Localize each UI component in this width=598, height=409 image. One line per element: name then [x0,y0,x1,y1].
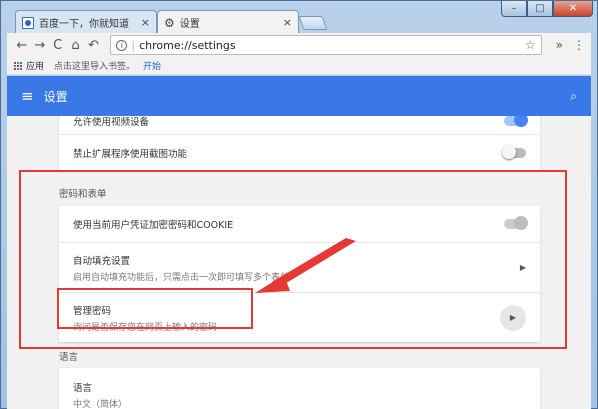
forward-arrow-icon[interactable]: → [31,38,49,53]
back-arrow-icon[interactable]: ← [13,38,31,53]
info-icon[interactable]: i [116,39,128,51]
setting-row-video[interactable]: 允许使用视频设备 [59,116,540,134]
undo-icon[interactable]: ↶ [85,38,103,53]
reload-icon[interactable]: C [49,38,67,53]
settings-header: ≡ 设置 ⌕ [7,76,591,116]
annotation-box-manage-passwords [57,288,253,329]
language-card: 语言 中文（简体） [59,368,540,409]
bookmark-apps[interactable]: 应用 [26,59,44,72]
search-icon[interactable]: ⌕ [570,89,577,104]
screenshot-toggle[interactable] [502,144,526,159]
tab-baidu[interactable]: 百度一下，你就知道 × [15,10,157,34]
bookmark-star-icon[interactable]: ☆ [525,38,536,52]
address-bar[interactable]: i | chrome://settings ☆ [110,35,542,55]
privacy-card: 允许使用视频设备 禁止扩展程序使用截图功能 [59,116,540,170]
divider: | [131,38,136,52]
setting-label: 禁止扩展程序使用截图功能 [73,148,188,160]
url-text: chrome://settings [139,38,236,52]
new-tab-button[interactable] [298,16,328,30]
home-icon[interactable]: ⌂ [67,38,85,53]
tab-close-icon[interactable]: × [283,16,292,29]
tab-close-icon[interactable]: × [141,16,150,29]
language-title: 语言 [73,383,93,394]
menu-icon[interactable]: ≡ [21,87,34,105]
video-toggle[interactable] [504,116,528,127]
gear-icon: ⚙ [164,15,175,30]
extensions-overflow-icon[interactable]: » [556,38,563,52]
setting-row-ext-screenshot[interactable]: 禁止扩展程序使用截图功能 [59,134,540,170]
section-title-language: 语言 [59,352,79,363]
bookmark-start-link[interactable]: 开始 [143,59,161,72]
setting-row-language[interactable]: 语言 中文（简体） [59,368,540,409]
apps-grid-icon[interactable] [13,61,22,70]
baidu-icon [22,16,34,29]
bookmarks-bar: 应用 点击这里导入书签。 开始 [7,57,591,75]
page-title: 设置 [43,89,68,104]
bookmark-import-hint: 点击这里导入书签。 [54,62,136,72]
tab-strip: 百度一下，你就知道 × ⚙ 设置 × [7,10,567,34]
tab-title: 设置 [179,19,200,30]
tab-title: 百度一下，你就知道 [39,19,129,30]
browser-menu-icon[interactable]: ⋮ [573,38,585,52]
tab-settings[interactable]: ⚙ 设置 × [157,10,299,34]
browser-toolbar: ← → C ⌂ ↶ i | chrome://settings ☆ » ⋮ [7,33,591,57]
setting-label: 允许使用视频设备 [73,117,150,128]
language-value: 中文（简体） [73,400,128,409]
